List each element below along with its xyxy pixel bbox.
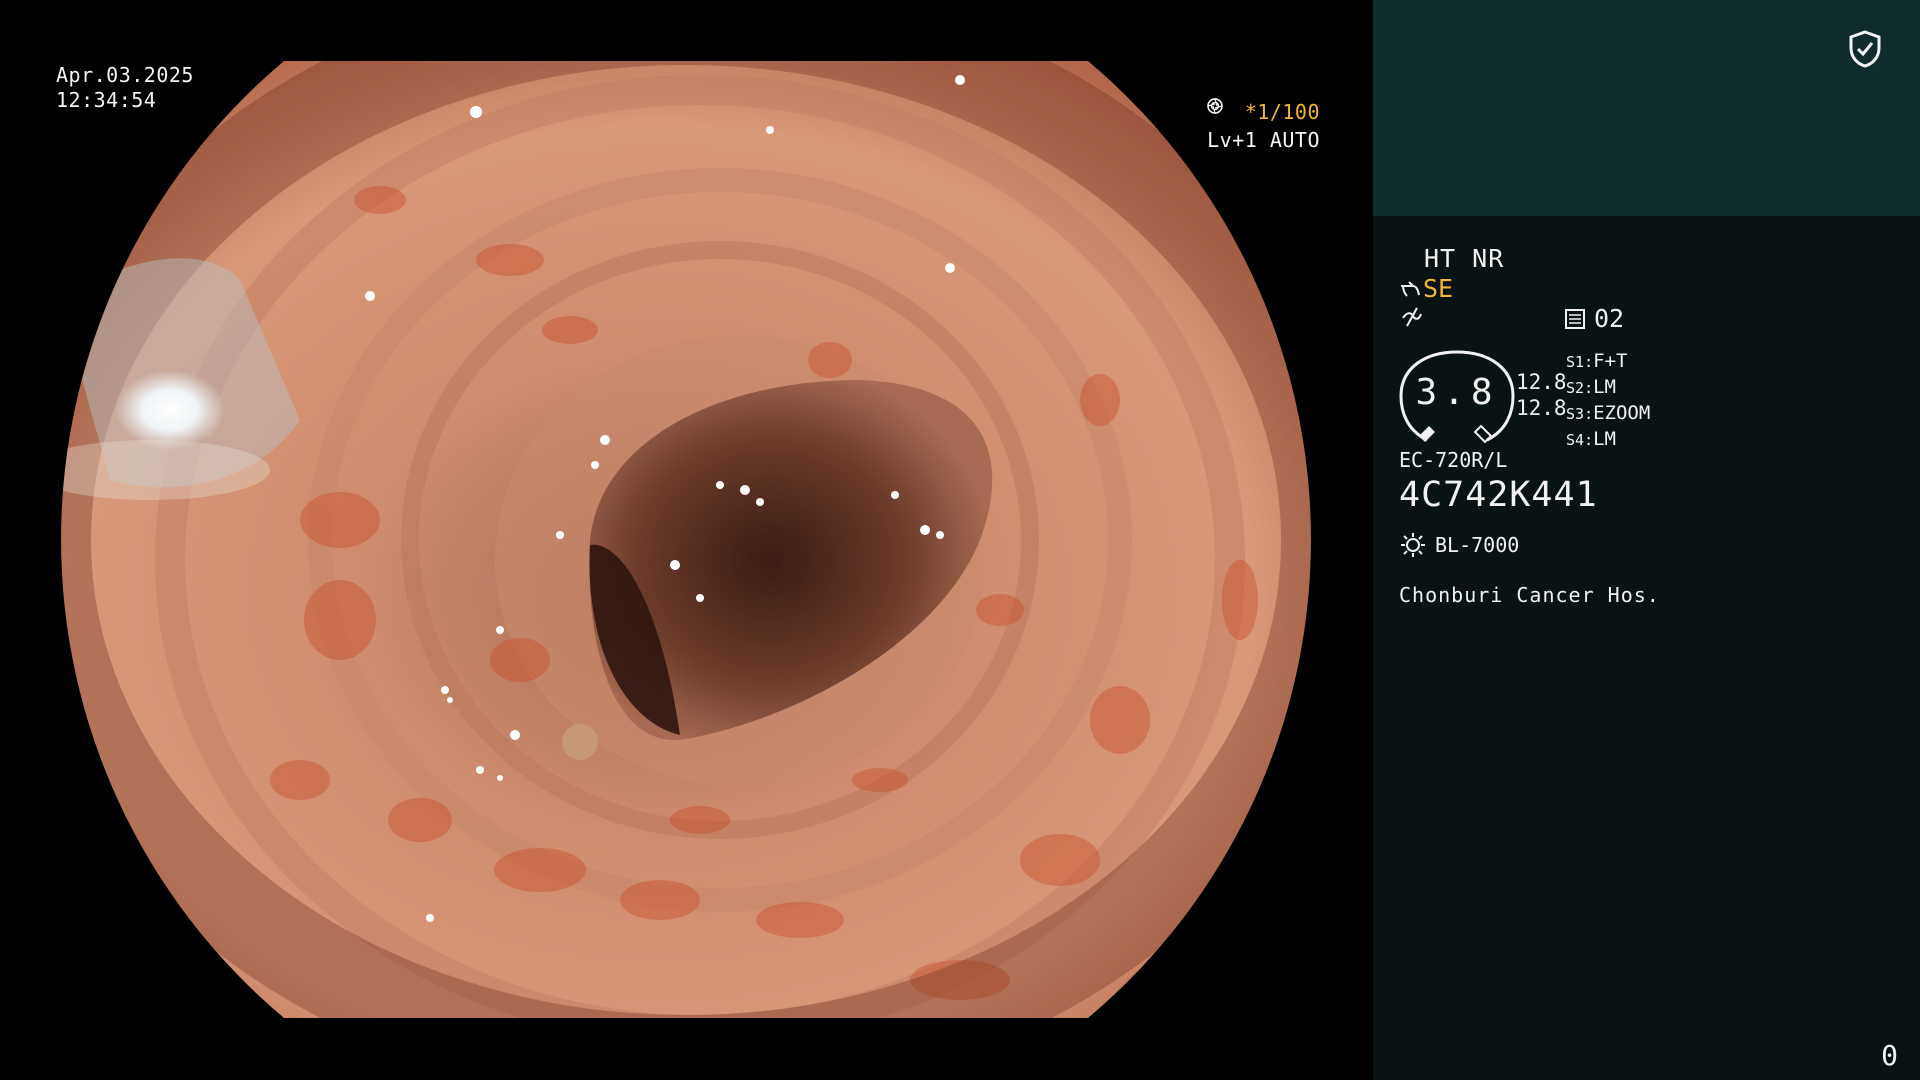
iris-icon bbox=[1207, 98, 1223, 114]
switch-key: S3 bbox=[1566, 405, 1585, 423]
switch-row: S3:EZOOM bbox=[1566, 402, 1651, 424]
shutter-speed-text: *1/100 bbox=[1244, 99, 1320, 124]
dial-side-values: 12.8 12.8 bbox=[1516, 369, 1567, 421]
structure-enhance-text: SE bbox=[1423, 274, 1454, 303]
hospital-name-text: Chonburi Cancer Hos. bbox=[1399, 583, 1660, 607]
image-counter-text: 0 bbox=[1881, 1039, 1898, 1072]
memory-row: 02 bbox=[1564, 304, 1624, 333]
switch-key: S4 bbox=[1566, 431, 1585, 449]
structure-enhance-row: SE bbox=[1399, 274, 1453, 303]
endoscope-image-view: Apr.03.2025 12:34:54 *1/100 Lv+1 AUTO bbox=[0, 0, 1373, 1080]
switch-value: F+T bbox=[1593, 350, 1628, 372]
mode-text: HT NR bbox=[1424, 244, 1505, 273]
switch-value: LM bbox=[1593, 376, 1616, 398]
dial-value-text: 3.8 bbox=[1415, 372, 1499, 413]
switch-key: S2 bbox=[1566, 379, 1585, 397]
scope-tip-icon bbox=[1401, 280, 1420, 297]
info-panel: HT NR SE 02 3.8 12.8 12.8 S1:F+T S2:LM S… bbox=[1373, 0, 1920, 1080]
memory-icon bbox=[1565, 308, 1585, 329]
date-time-display: Apr.03.2025 12:34:54 bbox=[56, 63, 194, 113]
switch-assignments: S1:F+T S2:LM S3:EZOOM S4:LM bbox=[1566, 349, 1650, 453]
switch-row: S2:LM bbox=[1566, 376, 1616, 398]
iris-level-text: Lv+1 AUTO bbox=[1207, 127, 1320, 152]
side-value-bottom: 12.8 bbox=[1516, 396, 1567, 420]
scope-model-text: EC-720R/L bbox=[1399, 448, 1508, 472]
memory-number-text: 02 bbox=[1594, 304, 1625, 333]
light-source-text: BL-7000 bbox=[1435, 533, 1520, 557]
switch-value: EZOOM bbox=[1593, 402, 1651, 424]
scope-serial-text: 4C742K441 bbox=[1399, 475, 1598, 515]
colon-lumen-image bbox=[61, 61, 1311, 1018]
date-text: Apr.03.2025 bbox=[56, 63, 194, 87]
switch-row: S1:F+T bbox=[1566, 350, 1628, 372]
panel-header bbox=[1373, 0, 1920, 216]
lamp-icon bbox=[1401, 533, 1425, 557]
switch-key: S1 bbox=[1566, 353, 1585, 371]
exposure-display: *1/100 Lv+1 AUTO bbox=[1207, 98, 1320, 154]
time-text: 12:34:54 bbox=[56, 88, 157, 112]
zoom-dial: 3.8 bbox=[1399, 350, 1515, 445]
side-value-top: 12.8 bbox=[1516, 370, 1567, 394]
enhance-icon bbox=[1402, 307, 1422, 327]
switch-row: S4:LM bbox=[1566, 428, 1616, 450]
light-source-row: BL-7000 bbox=[1399, 531, 1519, 559]
switch-value: LM bbox=[1593, 428, 1616, 450]
shield-check-icon bbox=[1849, 30, 1881, 68]
